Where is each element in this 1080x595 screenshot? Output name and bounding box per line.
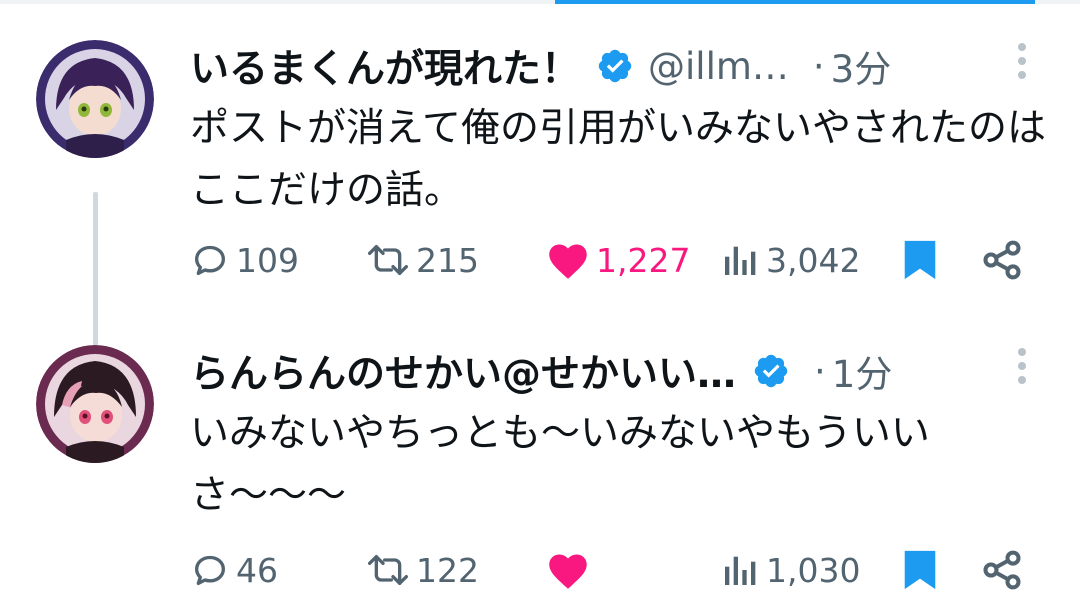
views-button[interactable]: 3,042 (720, 235, 860, 285)
avatar[interactable] (36, 345, 154, 463)
reply-button[interactable]: 46 (190, 545, 278, 595)
retweet-count: 215 (416, 240, 479, 280)
avatar-image (36, 40, 154, 158)
verified-badge-icon (598, 49, 632, 83)
reply-count: 46 (236, 550, 278, 590)
verified-badge-icon (754, 354, 788, 388)
views-icon (725, 556, 756, 585)
handle[interactable]: @illm… (648, 45, 789, 88)
share-button[interactable] (980, 545, 1024, 595)
reply-icon (195, 245, 225, 275)
separator-dot: · (812, 44, 825, 88)
like-button[interactable]: 1,227 (546, 235, 690, 285)
tweet-header: らんらんのせかい@せかいい… · 1分 (190, 341, 1080, 401)
share-button[interactable] (980, 235, 1024, 285)
views-button[interactable]: 1,030 (720, 545, 860, 595)
active-tab-indicator (555, 0, 1035, 4)
display-name[interactable]: いるまくんが現れた！ (190, 38, 580, 94)
views-count: 1,030 (766, 550, 861, 590)
tweet-text: ポストが消えて俺の引用がいみないやされたのはここだけの話。 (190, 106, 1047, 213)
views-count: 3,042 (766, 240, 861, 280)
bookmark-icon (904, 550, 936, 590)
tweet-header: いるまくんが現れた！ @illm… · 3分 (190, 36, 1080, 96)
retweet-button[interactable]: 122 (366, 545, 479, 595)
avatar[interactable] (36, 40, 154, 158)
retweet-button[interactable]: 215 (366, 235, 479, 285)
more-vertical-icon[interactable] (1016, 347, 1028, 385)
action-bar: 109 215 1,227 3,042 (190, 235, 1080, 285)
separator-dot: · (814, 349, 826, 393)
reply-count: 109 (236, 240, 299, 280)
action-bar: 46 122 1,030 (190, 545, 1080, 595)
like-button[interactable] (546, 545, 596, 595)
heart-icon (549, 554, 587, 589)
share-icon (983, 550, 1021, 590)
more-vertical-icon[interactable] (1016, 42, 1028, 80)
bookmark-icon (904, 240, 936, 280)
tweet[interactable]: らんらんのせかい@せかいい… · 1分 いみないやちっとも〜いみないやもういいさ… (0, 335, 1080, 592)
reply-icon (195, 555, 225, 585)
heart-icon (549, 244, 587, 279)
timestamp[interactable]: 3分 (831, 39, 892, 93)
share-icon (983, 240, 1021, 280)
timestamp[interactable]: 1分 (832, 344, 893, 398)
reply-button[interactable]: 109 (190, 235, 299, 285)
display-name[interactable]: らんらんのせかい@せかいい… (190, 343, 736, 399)
tweet[interactable]: いるまくんが現れた！ @illm… · 3分 ポストが消えて俺の引用がいみないや… (0, 30, 1080, 360)
avatar-image (36, 345, 154, 463)
retweet-count: 122 (416, 550, 479, 590)
views-icon (725, 246, 756, 275)
bookmark-button[interactable] (900, 545, 940, 595)
retweet-icon (367, 245, 408, 275)
bookmark-button[interactable] (900, 235, 940, 285)
like-count: 1,227 (596, 240, 691, 280)
tweet-text: いみないやちっとも〜いみないやもういいさ〜〜〜 (190, 411, 930, 518)
retweet-icon (367, 555, 408, 585)
